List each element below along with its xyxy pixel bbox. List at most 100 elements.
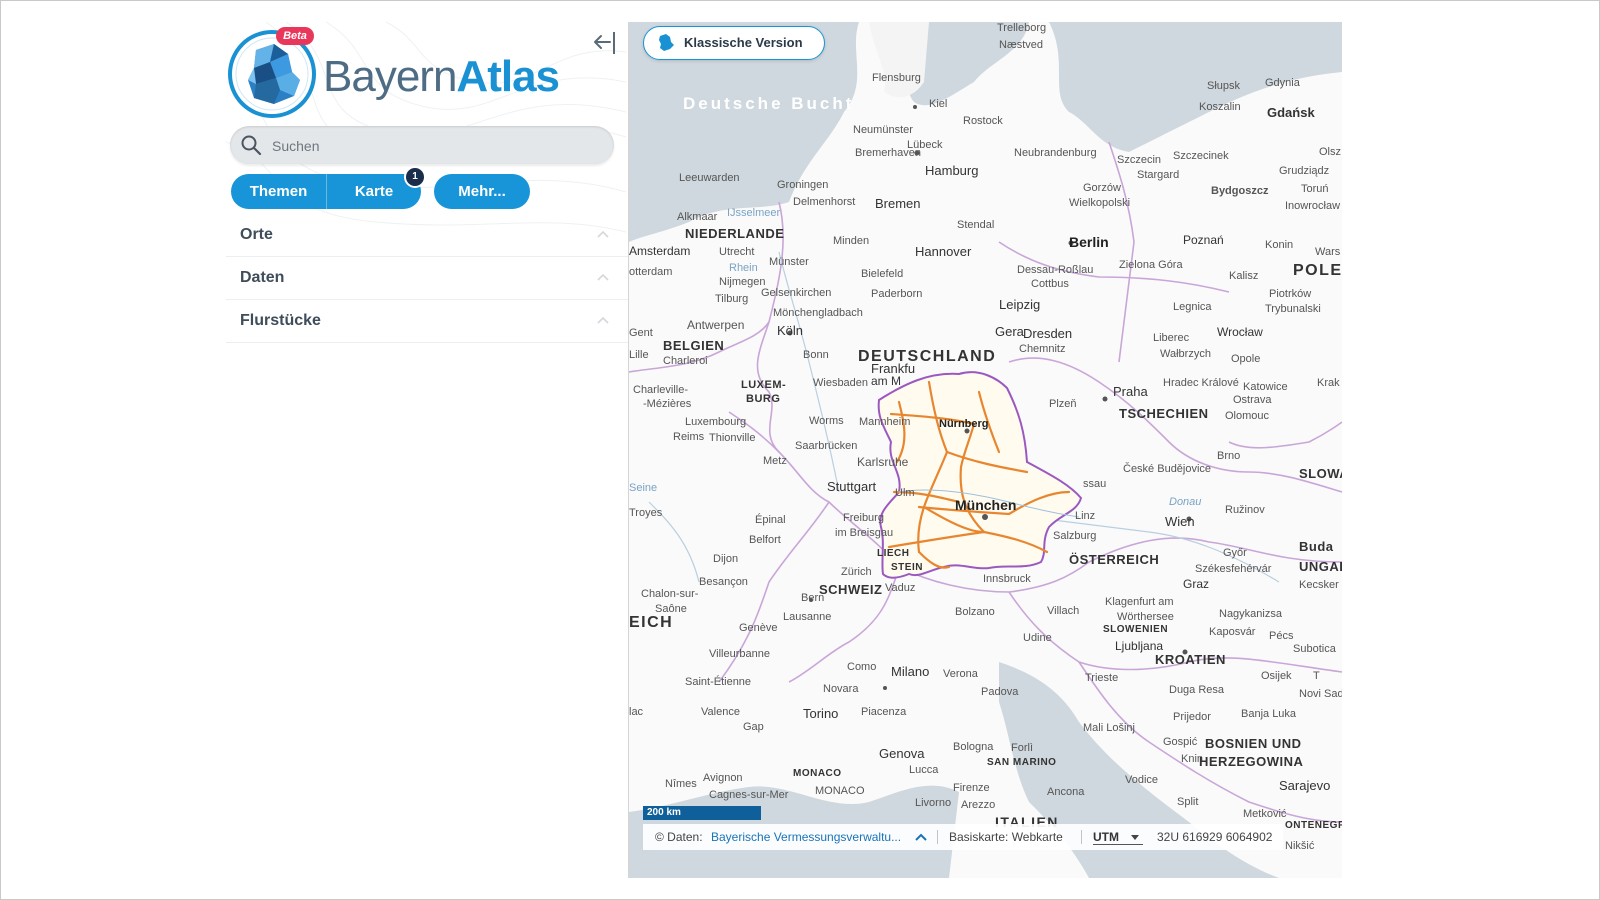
map-label-szekes: Székesfehérvár <box>1195 563 1272 575</box>
map-label-pole: POLE <box>1293 262 1342 279</box>
map-label-nuernberg: Nürnberg <box>939 418 989 430</box>
sidebar: Beta BayernAtlas Themen Karte 1 Mehr... … <box>226 22 628 878</box>
map-label-ruzinov: Ružinov <box>1225 504 1265 516</box>
map-label-ijsselmeer: IJsselmeer <box>727 207 781 219</box>
map-label-thionville: Thionville <box>709 432 756 444</box>
map-label-stuttgart: Stuttgart <box>827 479 877 494</box>
map-viewport[interactable]: Deutsche Bucht Trelleborg Næstved Flensb… <box>628 22 1342 878</box>
map-label-ceske: České Budějovice <box>1123 463 1212 475</box>
map-label-bratislava: Buda <box>1299 539 1334 554</box>
map-label-praha: Praha <box>1113 384 1148 399</box>
map-label-inowroclaw: Inowrocław <box>1285 200 1341 212</box>
classic-version-button[interactable]: Klassische Version <box>643 26 825 60</box>
map-label-stendal: Stendal <box>957 219 995 231</box>
accordion-orte[interactable]: Orte <box>226 214 628 257</box>
map-label-belgien: BELGIEN <box>663 338 725 353</box>
map-label-kroatien: KROATIEN <box>1155 652 1226 667</box>
map-label-piotrkow1: Piotrków <box>1269 288 1312 300</box>
map-label-belfort: Belfort <box>749 534 781 546</box>
map-label-subotica: Subotica <box>1293 643 1336 655</box>
map-label-reims: Reims <box>673 431 705 443</box>
map-label-hamburg: Hamburg <box>925 163 979 178</box>
map-label-niksic: Nikšić <box>1285 840 1315 852</box>
attribution-link[interactable]: Bayerische Vermessungsverwaltu... <box>711 830 901 844</box>
map-label-neubrandenburg: Neubrandenburg <box>1014 147 1097 159</box>
map-label-pecs: Pécs <box>1269 630 1294 642</box>
map-label-ostrava: Ostrava <box>1233 394 1272 406</box>
map-label-bosnien2: HERZEGOWINA <box>1199 754 1304 769</box>
collapse-sidebar-button[interactable] <box>592 28 620 56</box>
map-label-chemnitz: Chemnitz <box>1019 343 1066 355</box>
map-label-saarbruecken: Saarbrücken <box>795 440 858 452</box>
map-label-arezzo: Arezzo <box>961 799 996 811</box>
accordion-daten[interactable]: Daten <box>226 257 628 300</box>
map-label-bonn: Bonn <box>803 349 829 361</box>
map-label-bolzano: Bolzano <box>955 606 995 618</box>
map-label-lucca: Lucca <box>909 764 939 776</box>
main-tab-group: Themen Karte 1 <box>231 166 426 209</box>
beta-badge: Beta <box>276 27 314 45</box>
map-label-nimes: Nîmes <box>665 778 697 790</box>
map-label-brno: Brno <box>1217 450 1241 462</box>
map-label-liberec: Liberec <box>1153 332 1190 344</box>
map-label-villach: Villach <box>1047 605 1080 617</box>
status-divider <box>937 830 938 844</box>
map-label-krakow: Krak <box>1317 377 1340 389</box>
tab-themen[interactable]: Themen <box>231 174 327 209</box>
map-label-torun: Toruń <box>1301 183 1329 195</box>
map-label-ulm: Ulm <box>895 487 915 499</box>
map-label-troyes: Troyes <box>629 507 663 519</box>
map-label-zuerich: Zürich <box>841 566 872 578</box>
map-label-moenchengladbach: Mönchengladbach <box>773 307 863 319</box>
map-label-stargard: Stargard <box>1137 169 1180 181</box>
map-label-katowice: Katowice <box>1243 381 1288 393</box>
map-label-neumuenster: Neumünster <box>853 124 913 136</box>
chevron-up-icon <box>597 273 609 281</box>
map-label-chalon1: Chalon-sur- <box>641 588 699 600</box>
map-label-amsterdam: Amsterdam <box>629 244 691 258</box>
map-label-olsz: Olsz <box>1319 146 1341 158</box>
map-label-gap: Gap <box>743 721 764 733</box>
more-button[interactable]: Mehr... <box>434 174 530 209</box>
map-label-klagenfurt: Klagenfurt am <box>1105 596 1174 608</box>
map-label-metz: Metz <box>763 455 787 467</box>
map-label-cagnes: Cagnes-sur-Mer <box>709 789 789 801</box>
map-label-leeuwarden: Leeuwarden <box>679 172 740 184</box>
map-label-lausanne: Lausanne <box>783 611 832 623</box>
map-label-metkovic: Metković <box>1243 808 1287 820</box>
search-box[interactable] <box>230 126 614 164</box>
accordion-label: Orte <box>240 226 273 243</box>
map-label-legnica: Legnica <box>1173 301 1212 313</box>
map-label-graz: Graz <box>1183 577 1210 591</box>
chevron-up-icon[interactable] <box>915 832 927 842</box>
map-label-gent: Gent <box>629 327 653 339</box>
map-label-dijon: Dijon <box>713 553 739 565</box>
map-label-slowenien: SLOWENIEN <box>1103 624 1169 635</box>
map-label-wroclaw: Wrocław <box>1217 325 1263 339</box>
chevron-up-icon <box>597 230 609 238</box>
map-label-opole: Opole <box>1231 353 1261 365</box>
map-label-firenze: Firenze <box>953 782 990 794</box>
map-label-rostock: Rostock <box>963 115 1003 127</box>
map-label-karlsruhe: Karlsruhe <box>857 455 909 469</box>
map-label-trelleborg: Trelleborg <box>997 22 1047 34</box>
map-label-niederlande: NIEDERLANDE <box>685 226 785 241</box>
basemap-label: Basiskarte: Webkarte <box>949 830 1063 844</box>
map-label-walbrzych: Wałbrzych <box>1160 348 1211 360</box>
map-label-muenchen: München <box>955 497 1017 513</box>
map-label-olomouc: Olomouc <box>1225 410 1270 422</box>
map-label-epinal: Épinal <box>755 514 786 526</box>
map-label-rotterdam: otterdam <box>629 266 673 278</box>
map-label-hannover: Hannover <box>915 244 972 259</box>
arrow-left-bar-icon <box>594 32 615 54</box>
map-label-berlin: Berlin <box>1069 234 1109 250</box>
map-label-alkmaar: Alkmaar <box>677 211 718 223</box>
map-label-schweiz: SCHWEIZ <box>819 582 883 597</box>
map-label-livorno: Livorno <box>915 797 952 809</box>
search-input[interactable] <box>270 132 604 160</box>
map-label-bosnien1: BOSNIEN UND <box>1205 736 1302 751</box>
map-label-como: Como <box>847 661 877 673</box>
accordion-flurstuecke[interactable]: Flurstücke <box>226 300 628 343</box>
map-label-groningen: Groningen <box>777 179 829 191</box>
map-label-naestved: Næstved <box>999 39 1044 51</box>
